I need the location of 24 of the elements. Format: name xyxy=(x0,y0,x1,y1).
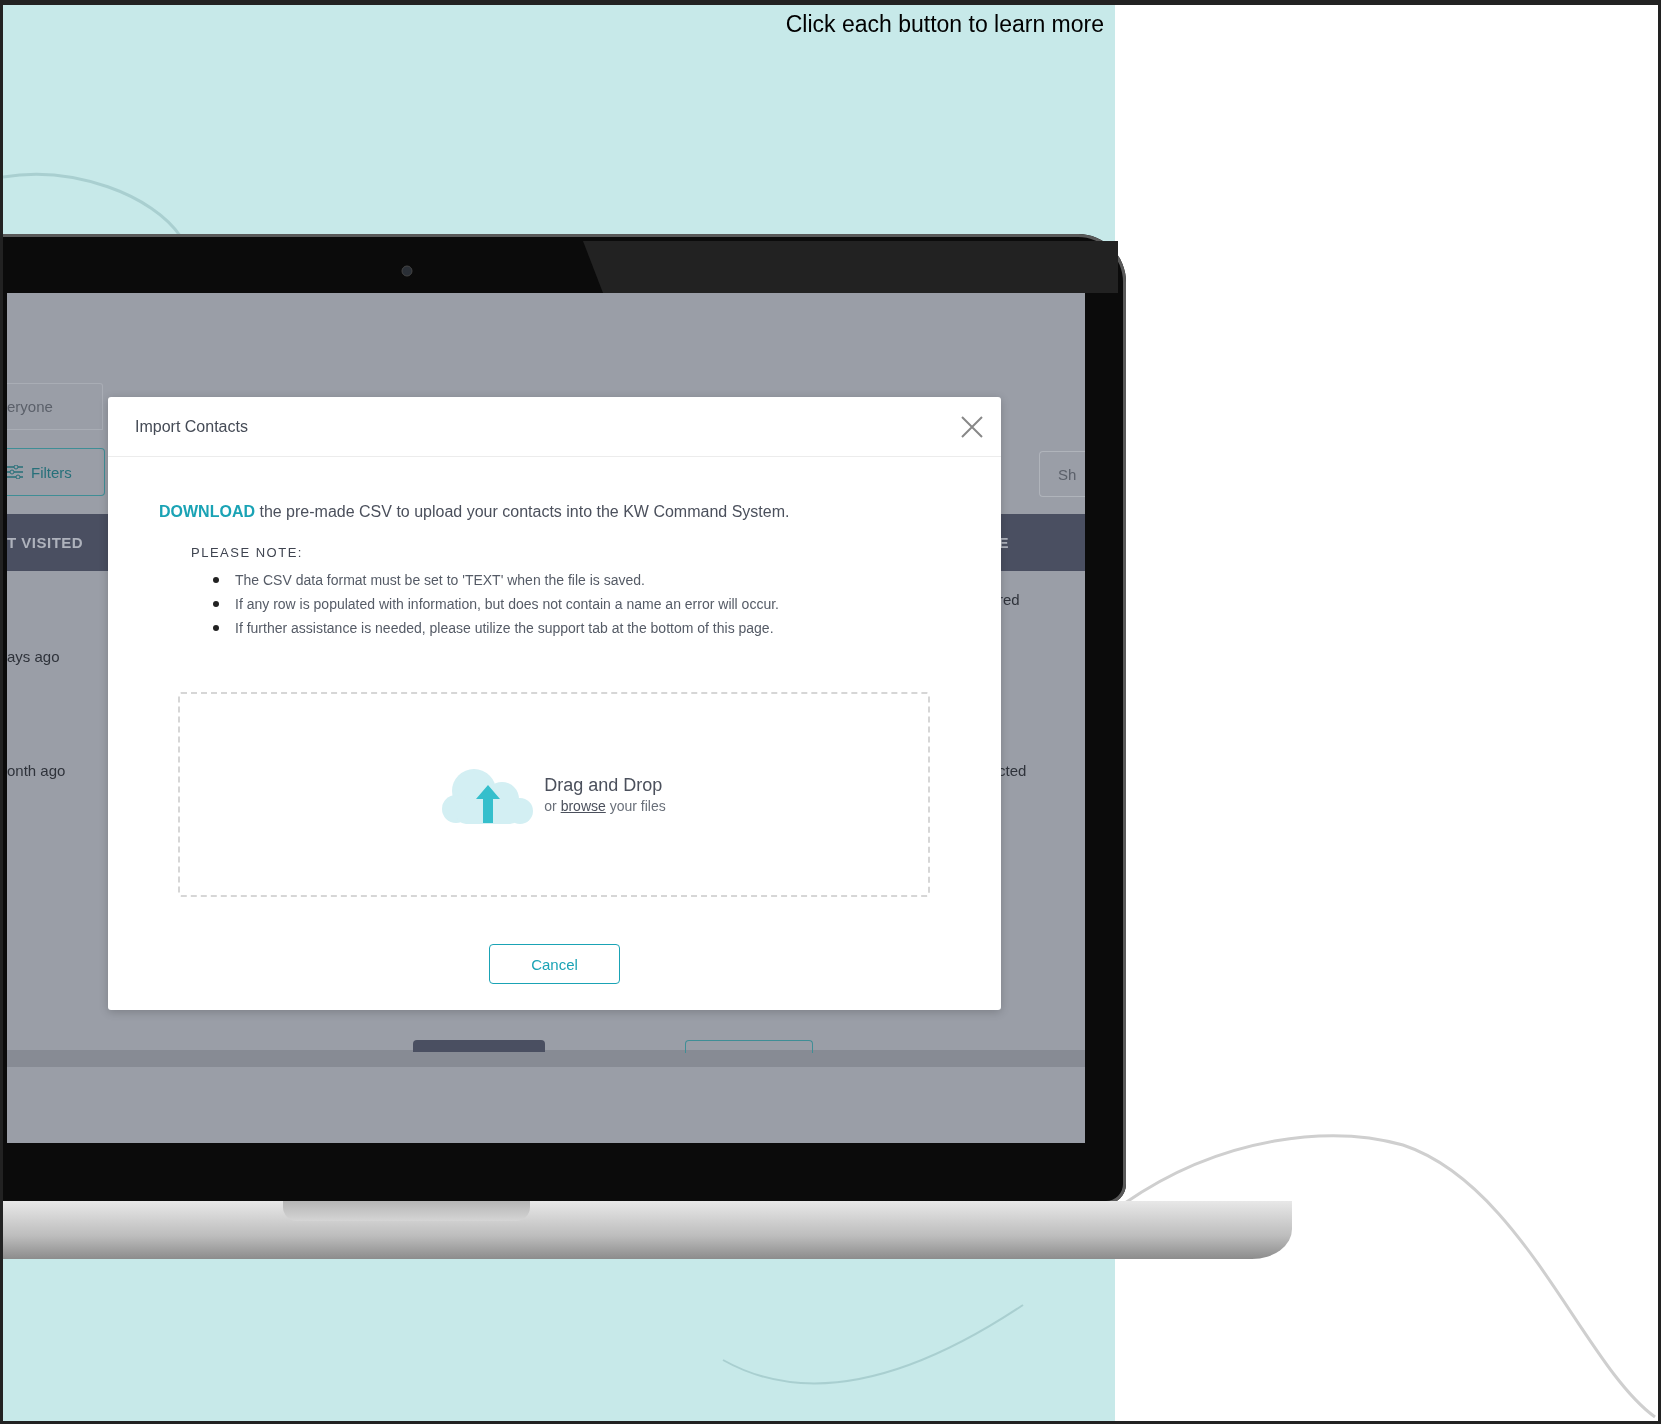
filters-button[interactable]: Filters xyxy=(7,448,105,496)
sliders-icon xyxy=(7,465,25,479)
note-item: If further assistance is needed, please utilize the support tab at the bottom of this page. xyxy=(235,619,774,638)
camera-icon xyxy=(401,265,413,277)
instruction-heading: Click each button to learn more xyxy=(785,11,1104,38)
bullet-icon xyxy=(213,625,219,631)
note-item: The CSV data format must be set to 'TEXT' when the file is saved. xyxy=(235,571,645,590)
search-field[interactable]: eryone xyxy=(7,383,103,430)
table-cell: ays ago xyxy=(7,648,60,665)
instruction-text: DOWNLOAD the pre-made CSV to upload your contacts into the KW Command System. xyxy=(159,503,791,521)
cancel-button[interactable]: Cancel xyxy=(489,944,620,984)
modal-title: Import Contacts xyxy=(135,417,248,436)
browse-link[interactable]: browse xyxy=(560,798,606,814)
bullet-icon xyxy=(213,577,219,583)
close-icon[interactable] xyxy=(959,413,985,440)
browse-hint: or browse your files xyxy=(544,798,666,814)
drop-zone-title: Drag and Drop xyxy=(544,775,664,796)
bullet-icon xyxy=(213,601,219,607)
note-item: If any row is populated with information, but does not contain a name an error will occur. xyxy=(235,595,779,614)
note-heading: PLEASE NOTE: xyxy=(191,545,304,560)
drop-zone[interactable]: Drag and Drop or browse your files xyxy=(178,692,930,897)
column-header: T VISITED xyxy=(7,534,84,551)
show-button[interactable]: Sh xyxy=(1039,451,1085,497)
table-cell: onth ago xyxy=(7,762,66,779)
